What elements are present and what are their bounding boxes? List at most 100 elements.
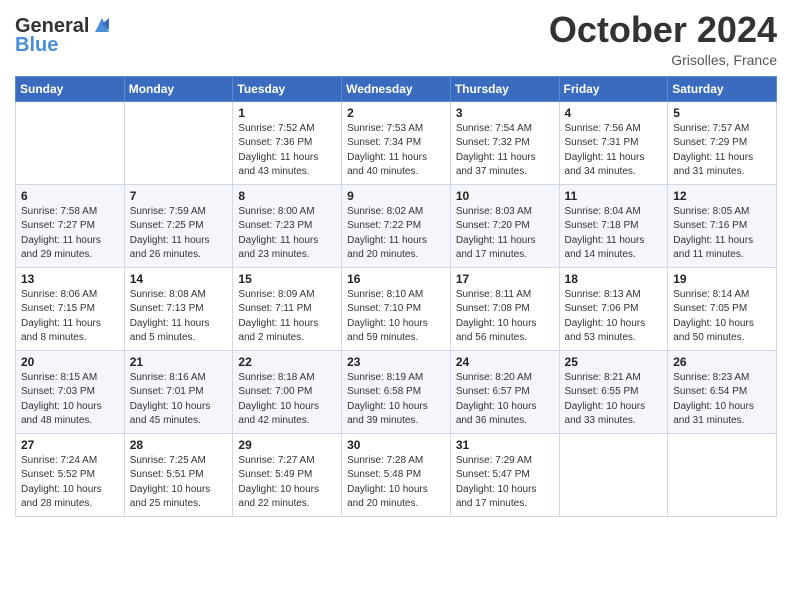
day-number: 24 — [456, 355, 554, 369]
day-number: 30 — [347, 438, 445, 452]
calendar-cell: 31 Sunrise: 7:29 AMSunset: 5:47 PMDayligh… — [450, 433, 559, 516]
day-info: Sunrise: 7:24 AMSunset: 5:52 PMDaylight:… — [21, 454, 119, 512]
logo-icon — [91, 14, 113, 36]
day-number: 15 — [238, 272, 336, 286]
logo: General Blue — [15, 15, 113, 57]
day-number: 2 — [347, 106, 445, 120]
day-info: Sunrise: 7:53 AMSunset: 7:34 PMDaylight:… — [347, 122, 445, 180]
day-info: Sunrise: 8:05 AMSunset: 7:16 PMDaylight:… — [673, 205, 771, 263]
weekday-header-row: Sunday Monday Tuesday Wednesday Thursday… — [16, 76, 777, 101]
day-number: 20 — [21, 355, 119, 369]
calendar-cell: 20 Sunrise: 8:15 AMSunset: 7:03 PMDayligh… — [16, 350, 125, 433]
calendar-cell: 12 Sunrise: 8:05 AMSunset: 7:16 PMDayligh… — [668, 184, 777, 267]
day-number: 27 — [21, 438, 119, 452]
day-info: Sunrise: 7:29 AMSunset: 5:47 PMDaylight:… — [456, 454, 554, 512]
page: General Blue October 2024 Grisolles, Fra… — [0, 0, 792, 612]
day-number: 31 — [456, 438, 554, 452]
day-number: 3 — [456, 106, 554, 120]
calendar-cell: 25Sunrise: 8:21 AMSunset: 6:55 PMDayligh… — [559, 350, 668, 433]
day-info: Sunrise: 8:19 AMSunset: 6:58 PMDaylight:… — [347, 371, 445, 429]
day-number: 7 — [130, 189, 228, 203]
calendar-cell: 8 Sunrise: 8:00 AMSunset: 7:23 PMDaylight… — [233, 184, 342, 267]
day-info: Sunrise: 8:11 AMSunset: 7:08 PMDaylight:… — [456, 288, 554, 346]
day-number: 29 — [238, 438, 336, 452]
calendar-cell: 27 Sunrise: 7:24 AMSunset: 5:52 PMDayligh… — [16, 433, 125, 516]
calendar-cell: 2 Sunrise: 7:53 AMSunset: 7:34 PMDaylight… — [342, 101, 451, 184]
calendar-cell: 16 Sunrise: 8:10 AMSunset: 7:10 PMDayligh… — [342, 267, 451, 350]
header-friday: Friday — [559, 76, 668, 101]
calendar-cell: 6Sunrise: 7:58 AMSunset: 7:27 PMDaylight… — [16, 184, 125, 267]
day-info: Sunrise: 8:00 AMSunset: 7:23 PMDaylight:… — [238, 205, 336, 263]
day-number: 26 — [673, 355, 771, 369]
day-number: 28 — [130, 438, 228, 452]
day-number: 1 — [238, 106, 336, 120]
location: Grisolles, France — [549, 52, 777, 68]
day-info: Sunrise: 8:15 AMSunset: 7:03 PMDaylight:… — [21, 371, 119, 429]
day-info: Sunrise: 7:25 AMSunset: 5:51 PMDaylight:… — [130, 454, 228, 512]
logo-text: General Blue — [15, 15, 113, 57]
calendar-cell: 1 Sunrise: 7:52 AMSunset: 7:36 PMDaylight… — [233, 101, 342, 184]
day-info: Sunrise: 8:06 AMSunset: 7:15 PMDaylight:… — [21, 288, 119, 346]
week-row-4: 20 Sunrise: 8:15 AMSunset: 7:03 PMDayligh… — [16, 350, 777, 433]
day-number: 5 — [673, 106, 771, 120]
day-info: Sunrise: 7:27 AMSunset: 5:49 PMDaylight:… — [238, 454, 336, 512]
month-title: October 2024 — [549, 10, 777, 50]
calendar-cell — [559, 433, 668, 516]
week-row-1: 1 Sunrise: 7:52 AMSunset: 7:36 PMDaylight… — [16, 101, 777, 184]
day-number: 8 — [238, 189, 336, 203]
calendar-cell: 15 Sunrise: 8:09 AMSunset: 7:11 PMDayligh… — [233, 267, 342, 350]
day-number: 16 — [347, 272, 445, 286]
header-wednesday: Wednesday — [342, 76, 451, 101]
calendar-cell: 30Sunrise: 7:28 AMSunset: 5:48 PMDayligh… — [342, 433, 451, 516]
day-info: Sunrise: 8:02 AMSunset: 7:22 PMDaylight:… — [347, 205, 445, 263]
week-row-5: 27 Sunrise: 7:24 AMSunset: 5:52 PMDayligh… — [16, 433, 777, 516]
day-number: 13 — [21, 272, 119, 286]
day-info: Sunrise: 7:57 AMSunset: 7:29 PMDaylight:… — [673, 122, 771, 180]
calendar-cell: 28 Sunrise: 7:25 AMSunset: 5:51 PMDayligh… — [124, 433, 233, 516]
header-monday: Monday — [124, 76, 233, 101]
day-number: 21 — [130, 355, 228, 369]
title-block: October 2024 Grisolles, France — [549, 10, 777, 68]
day-info: Sunrise: 8:13 AMSunset: 7:06 PMDaylight:… — [565, 288, 663, 346]
calendar-cell — [16, 101, 125, 184]
week-row-2: 6Sunrise: 7:58 AMSunset: 7:27 PMDaylight… — [16, 184, 777, 267]
calendar-cell: 19Sunrise: 8:14 AMSunset: 7:05 PMDayligh… — [668, 267, 777, 350]
calendar-cell: 23 Sunrise: 8:19 AMSunset: 6:58 PMDayligh… — [342, 350, 451, 433]
day-info: Sunrise: 8:20 AMSunset: 6:57 PMDaylight:… — [456, 371, 554, 429]
week-row-3: 13 Sunrise: 8:06 AMSunset: 7:15 PMDayligh… — [16, 267, 777, 350]
calendar-cell: 26Sunrise: 8:23 AMSunset: 6:54 PMDayligh… — [668, 350, 777, 433]
calendar-cell: 5 Sunrise: 7:57 AMSunset: 7:29 PMDaylight… — [668, 101, 777, 184]
calendar-cell: 29 Sunrise: 7:27 AMSunset: 5:49 PMDayligh… — [233, 433, 342, 516]
day-info: Sunrise: 8:10 AMSunset: 7:10 PMDaylight:… — [347, 288, 445, 346]
day-number: 10 — [456, 189, 554, 203]
calendar-cell: 11Sunrise: 8:04 AMSunset: 7:18 PMDayligh… — [559, 184, 668, 267]
day-number: 25 — [565, 355, 663, 369]
calendar-cell: 7 Sunrise: 7:59 AMSunset: 7:25 PMDaylight… — [124, 184, 233, 267]
calendar-cell: 10Sunrise: 8:03 AMSunset: 7:20 PMDayligh… — [450, 184, 559, 267]
day-info: Sunrise: 8:16 AMSunset: 7:01 PMDaylight:… — [130, 371, 228, 429]
calendar-cell: 22 Sunrise: 8:18 AMSunset: 7:00 PMDayligh… — [233, 350, 342, 433]
day-info: Sunrise: 8:09 AMSunset: 7:11 PMDaylight:… — [238, 288, 336, 346]
day-number: 9 — [347, 189, 445, 203]
calendar-cell: 14 Sunrise: 8:08 AMSunset: 7:13 PMDayligh… — [124, 267, 233, 350]
day-info: Sunrise: 8:08 AMSunset: 7:13 PMDaylight:… — [130, 288, 228, 346]
day-number: 17 — [456, 272, 554, 286]
calendar-cell: 3 Sunrise: 7:54 AMSunset: 7:32 PMDaylight… — [450, 101, 559, 184]
calendar-cell: 18 Sunrise: 8:13 AMSunset: 7:06 PMDayligh… — [559, 267, 668, 350]
day-number: 14 — [130, 272, 228, 286]
day-number: 18 — [565, 272, 663, 286]
header-thursday: Thursday — [450, 76, 559, 101]
day-number: 19 — [673, 272, 771, 286]
day-number: 6 — [21, 189, 119, 203]
calendar-table: Sunday Monday Tuesday Wednesday Thursday… — [15, 76, 777, 517]
day-info: Sunrise: 7:59 AMSunset: 7:25 PMDaylight:… — [130, 205, 228, 263]
header-tuesday: Tuesday — [233, 76, 342, 101]
day-number: 23 — [347, 355, 445, 369]
header-saturday: Saturday — [668, 76, 777, 101]
day-info: Sunrise: 8:04 AMSunset: 7:18 PMDaylight:… — [565, 205, 663, 263]
day-number: 12 — [673, 189, 771, 203]
day-info: Sunrise: 7:52 AMSunset: 7:36 PMDaylight:… — [238, 122, 336, 180]
day-info: Sunrise: 8:18 AMSunset: 7:00 PMDaylight:… — [238, 371, 336, 429]
day-number: 22 — [238, 355, 336, 369]
day-info: Sunrise: 7:54 AMSunset: 7:32 PMDaylight:… — [456, 122, 554, 180]
